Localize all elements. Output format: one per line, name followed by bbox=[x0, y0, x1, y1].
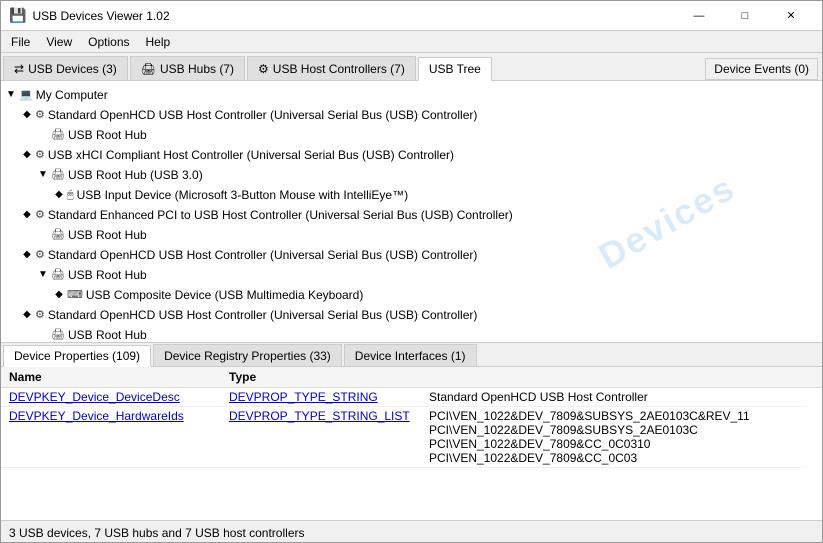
menu-view[interactable]: View bbox=[38, 33, 80, 51]
host-ctrl-icon-4: ⚙ bbox=[35, 246, 45, 264]
expand-icon-2[interactable]: ◆ bbox=[21, 146, 33, 164]
tree-label-3: Standard Enhanced PCI to USB Host Contro… bbox=[48, 206, 513, 224]
tree-item-2[interactable]: ◆ ⚙ USB xHCI Compliant Host Controller (… bbox=[1, 145, 822, 165]
app-title: USB Devices Viewer 1.02 bbox=[32, 9, 169, 23]
hub-icon-3a: 🖨 bbox=[51, 226, 65, 244]
properties-table: Name Type DEVPKEY_Device_DeviceDesc DEVP… bbox=[1, 367, 822, 468]
tab-usb-hubs[interactable]: 🖨 USB Hubs (7) bbox=[130, 56, 245, 80]
expand-icon-3[interactable]: ◆ bbox=[21, 206, 33, 224]
expand-icon-4a1[interactable]: ◆ bbox=[53, 286, 65, 304]
tab-usb-tree-label: USB Tree bbox=[429, 62, 481, 76]
tree-view[interactable]: ▼ 💻 My Computer ◆ ⚙ Standard OpenHCD USB… bbox=[1, 81, 822, 343]
host-ctrl-icon-1: ⚙ bbox=[35, 106, 45, 124]
hub-icon-4a: 🖨 bbox=[51, 266, 65, 284]
table-row: DEVPKEY_Device_HardwareIds DEVPROP_TYPE_… bbox=[1, 407, 822, 468]
main-content: ▼ 💻 My Computer ◆ ⚙ Standard OpenHCD USB… bbox=[1, 81, 822, 520]
menu-options[interactable]: Options bbox=[80, 33, 137, 51]
tree-item-3a[interactable]: 🖨 USB Root Hub bbox=[1, 225, 822, 245]
tree-label-4a: USB Root Hub bbox=[68, 266, 147, 284]
usb-hubs-icon: 🖨 bbox=[141, 62, 156, 76]
tab-usb-devices-label: USB Devices (3) bbox=[28, 62, 117, 76]
tree-label-2a1: USB Input Device (Microsoft 3-Button Mou… bbox=[77, 186, 408, 204]
host-ctrl-icon-3: ⚙ bbox=[35, 206, 45, 224]
col-header-value bbox=[421, 367, 806, 388]
usb-devices-icon: ⇄ bbox=[14, 62, 24, 76]
tree-item-4a1[interactable]: ◆ ⌨ USB Composite Device (USB Multimedia… bbox=[1, 285, 822, 305]
tab-usb-devices[interactable]: ⇄ USB Devices (3) bbox=[3, 56, 128, 80]
usb-host-controllers-icon: ⚙ bbox=[258, 62, 269, 76]
prop-type-2[interactable]: DEVPROP_TYPE_STRING_LIST bbox=[229, 409, 410, 423]
tab-usb-hubs-label: USB Hubs (7) bbox=[160, 62, 234, 76]
minimize-button[interactable]: — bbox=[676, 1, 722, 31]
prop-name-1[interactable]: DEVPKEY_Device_DeviceDesc bbox=[9, 390, 180, 404]
prop-name-2[interactable]: DEVPKEY_Device_HardwareIds bbox=[9, 409, 184, 423]
tree-item-1[interactable]: ◆ ⚙ Standard OpenHCD USB Host Controller… bbox=[1, 105, 822, 125]
tab-device-interfaces[interactable]: Device Interfaces (1) bbox=[344, 344, 477, 366]
menu-help[interactable]: Help bbox=[138, 33, 179, 51]
computer-icon: 💻 bbox=[19, 86, 33, 104]
tree-label-4: Standard OpenHCD USB Host Controller (Un… bbox=[48, 246, 477, 264]
tree-label-1: Standard OpenHCD USB Host Controller (Un… bbox=[48, 106, 477, 124]
maximize-button[interactable]: □ bbox=[722, 1, 768, 31]
prop-value-1: Standard OpenHCD USB Host Controller bbox=[421, 388, 806, 407]
tab-device-properties-label: Device Properties (109) bbox=[14, 349, 140, 363]
tab-usb-tree[interactable]: USB Tree bbox=[418, 57, 492, 81]
tree-label-1a: USB Root Hub bbox=[68, 126, 147, 144]
tree-label-5: Standard OpenHCD USB Host Controller (Un… bbox=[48, 306, 477, 324]
status-text: 3 USB devices, 7 USB hubs and 7 USB host… bbox=[9, 526, 304, 540]
col-header-name: Name bbox=[1, 367, 221, 388]
title-bar: 💾 USB Devices Viewer 1.02 — □ ✕ bbox=[1, 1, 822, 31]
hub-icon-2a: 🖨 bbox=[51, 166, 65, 184]
tree-item-1a[interactable]: 🖨 USB Root Hub bbox=[1, 125, 822, 145]
properties-panel[interactable]: Name Type DEVPKEY_Device_DeviceDesc DEVP… bbox=[1, 367, 822, 520]
tree-label-2a: USB Root Hub (USB 3.0) bbox=[68, 166, 203, 184]
tree-label-4a1: USB Composite Device (USB Multimedia Key… bbox=[86, 286, 363, 304]
tree-item-4a[interactable]: ▼ 🖨 USB Root Hub bbox=[1, 265, 822, 285]
hub-icon-5a: 🖨 bbox=[51, 326, 65, 343]
keyboard-icon: ⌨ bbox=[67, 286, 83, 304]
tree-label-3a: USB Root Hub bbox=[68, 226, 147, 244]
tree-item-2a1[interactable]: ◆ 🖱 USB Input Device (Microsoft 3-Button… bbox=[1, 185, 822, 205]
tab-device-registry-label: Device Registry Properties (33) bbox=[164, 349, 331, 363]
host-ctrl-icon-5: ⚙ bbox=[35, 306, 45, 324]
tree-item-4[interactable]: ◆ ⚙ Standard OpenHCD USB Host Controller… bbox=[1, 245, 822, 265]
expand-icon-5[interactable]: ◆ bbox=[21, 306, 33, 324]
tree-label-2: USB xHCI Compliant Host Controller (Univ… bbox=[48, 146, 454, 164]
app-icon: 💾 bbox=[9, 7, 26, 24]
tab-device-properties[interactable]: Device Properties (109) bbox=[3, 345, 151, 367]
window-controls: — □ ✕ bbox=[676, 1, 814, 31]
tree-item-2a[interactable]: ▼ 🖨 USB Root Hub (USB 3.0) bbox=[1, 165, 822, 185]
status-bar: 3 USB devices, 7 USB hubs and 7 USB host… bbox=[1, 520, 822, 543]
bottom-tab-bar: Device Properties (109) Device Registry … bbox=[1, 343, 822, 367]
col-header-type: Type bbox=[221, 367, 421, 388]
menu-file[interactable]: File bbox=[3, 33, 38, 51]
tab-bar: ⇄ USB Devices (3) 🖨 USB Hubs (7) ⚙ USB H… bbox=[1, 53, 822, 81]
tree-item-5[interactable]: ◆ ⚙ Standard OpenHCD USB Host Controller… bbox=[1, 305, 822, 325]
tree-label-5a: USB Root Hub bbox=[68, 326, 147, 343]
tab-device-interfaces-label: Device Interfaces (1) bbox=[355, 349, 466, 363]
expand-icon-4[interactable]: ◆ bbox=[21, 246, 33, 264]
tree-item-root[interactable]: ▼ 💻 My Computer bbox=[1, 85, 822, 105]
expand-icon-4a[interactable]: ▼ bbox=[37, 266, 49, 284]
table-row: DEVPKEY_Device_DeviceDesc DEVPROP_TYPE_S… bbox=[1, 388, 822, 407]
menu-bar: File View Options Help bbox=[1, 31, 822, 53]
tree-item-3[interactable]: ◆ ⚙ Standard Enhanced PCI to USB Host Co… bbox=[1, 205, 822, 225]
expand-icon-2a1[interactable]: ◆ bbox=[53, 186, 65, 204]
prop-type-1[interactable]: DEVPROP_TYPE_STRING bbox=[229, 390, 378, 404]
close-button[interactable]: ✕ bbox=[768, 1, 814, 31]
hub-icon-1a: 🖨 bbox=[51, 126, 65, 144]
tree-label-root: My Computer bbox=[36, 86, 108, 104]
tab-device-registry[interactable]: Device Registry Properties (33) bbox=[153, 344, 342, 366]
expand-icon-2a[interactable]: ▼ bbox=[37, 166, 49, 184]
expand-icon-1[interactable]: ◆ bbox=[21, 106, 33, 124]
col-header-scroll bbox=[806, 367, 822, 388]
mouse-icon: 🖱 bbox=[67, 186, 74, 204]
prop-value-2: PCI\VEN_1022&DEV_7809&SUBSYS_2AE0103C&RE… bbox=[421, 407, 806, 468]
expand-icon[interactable]: ▼ bbox=[5, 86, 17, 104]
tab-usb-host-controllers[interactable]: ⚙ USB Host Controllers (7) bbox=[247, 56, 416, 80]
host-ctrl-icon-2: ⚙ bbox=[35, 146, 45, 164]
device-events-button[interactable]: Device Events (0) bbox=[705, 58, 818, 80]
tab-usb-host-controllers-label: USB Host Controllers (7) bbox=[273, 62, 405, 76]
tree-item-5a[interactable]: 🖨 USB Root Hub bbox=[1, 325, 822, 343]
